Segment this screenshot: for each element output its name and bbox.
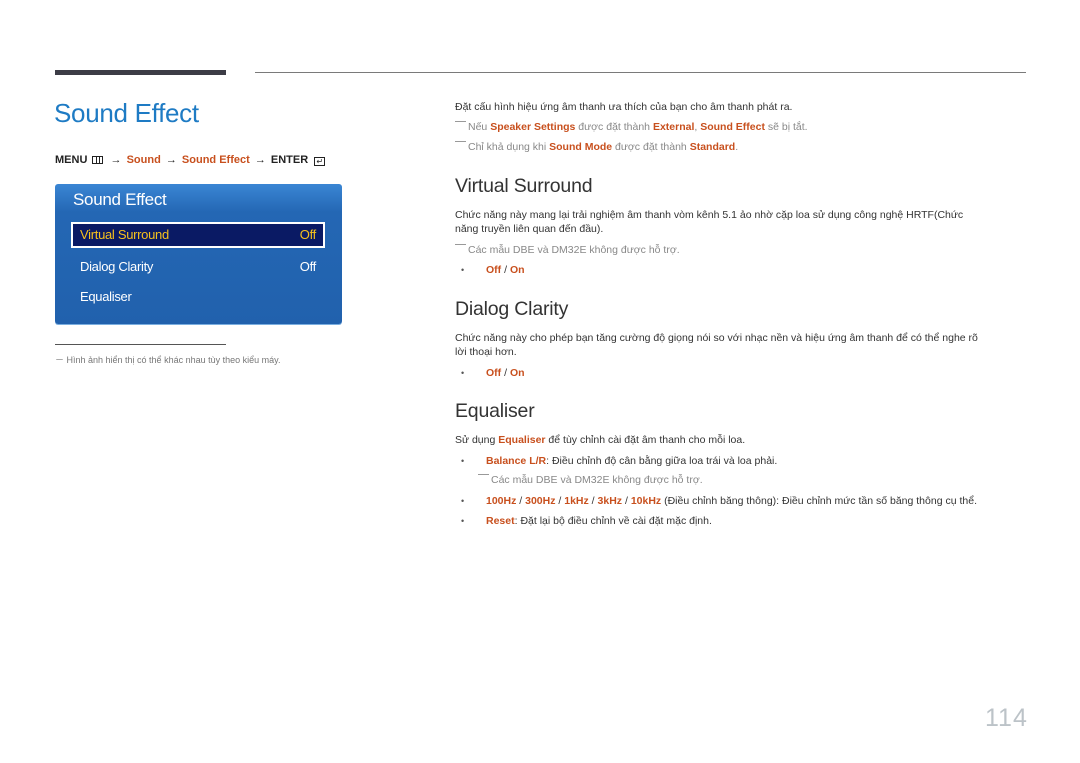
header-thick-rule (55, 70, 226, 75)
osd-item-label: Equaliser (80, 289, 132, 304)
equaliser-intro: Sử dụng Equaliser để tùy chỉnh cài đặt â… (455, 434, 746, 446)
osd-item-label: Dialog Clarity (80, 259, 154, 274)
menu-icon (92, 156, 104, 164)
equaliser-balance-item: • Balance L/R: Điều chỉnh độ cân bằng giữ… (461, 455, 778, 467)
arrow-icon: → (165, 154, 177, 166)
osd-item-value: Off (299, 259, 317, 274)
virtual-surround-options: • Off / On (461, 264, 525, 276)
arrow-icon: → (110, 154, 122, 166)
virtual-surround-desc-line1: Chức năng này mang lại trải nghiệm âm th… (455, 209, 964, 221)
header-thin-rule (255, 72, 1026, 73)
osd-item-equaliser: Equaliser (71, 284, 325, 310)
breadcrumb-sound-effect: Sound Effect (181, 154, 250, 166)
note-dash-icon (455, 244, 466, 245)
osd-item-virtual-surround: Virtual Surround Off (71, 222, 325, 248)
footnote: － Hình ảnh hiển thị có thể khác nhau tùy… (55, 355, 281, 365)
dialog-clarity-options: • Off / On (461, 367, 525, 379)
breadcrumb-enter: ENTER (270, 154, 309, 166)
arrow-icon: → (254, 154, 266, 166)
osd-item-value: Off (299, 227, 317, 242)
virtual-surround-note: Các mẫu DBE và DM32E không được hỗ trợ. (455, 244, 680, 256)
osd-menu-screenshot: Sound Effect Virtual Surround Off Dialog… (55, 184, 342, 324)
page-number: 114 (985, 704, 1028, 732)
breadcrumb-menu: MENU (55, 154, 88, 166)
section-heading-dialog-clarity: Dialog Clarity (455, 298, 569, 320)
bullet-icon: • (461, 265, 465, 275)
bullet-icon: • (461, 496, 465, 506)
osd-item-dialog-clarity: Dialog Clarity Off (71, 254, 325, 280)
intro-note-2: Chỉ khả dụng khi Sound Mode được đặt thà… (455, 141, 738, 153)
breadcrumb-sound: Sound (126, 154, 161, 166)
dialog-clarity-desc-line2: lời thoại hơn. (455, 346, 517, 358)
section-heading-virtual-surround: Virtual Surround (455, 175, 593, 197)
dialog-clarity-desc-line1: Chức năng này cho phép bạn tăng cường độ… (455, 332, 978, 344)
enter-icon: ↵ (314, 157, 326, 166)
note-dash-icon (478, 474, 489, 475)
virtual-surround-desc-line2: năng truyền liên quan đến đầu). (455, 223, 604, 235)
note-dash-icon (455, 121, 466, 122)
section-heading-equaliser: Equaliser (455, 400, 535, 422)
osd-title: Sound Effect (73, 190, 167, 209)
equaliser-bands-item: • 100Hz / 300Hz / 1kHz / 3kHz / 10kHz (Đi… (461, 495, 977, 507)
bullet-icon: • (461, 516, 465, 526)
breadcrumb: MENU → Sound → Sound Effect → ENTER ↵ (55, 154, 326, 166)
intro-note-1: Nếu Speaker Settings được đặt thành Exte… (455, 121, 808, 133)
equaliser-balance-note: Các mẫu DBE và DM32E không được hỗ trợ. (478, 474, 703, 486)
footnote-rule (55, 344, 226, 345)
note-dash-icon (455, 141, 466, 142)
osd-item-label: Virtual Surround (80, 227, 169, 242)
equaliser-reset-item: • Reset: Đặt lại bộ điều chỉnh về cài đặt… (461, 515, 712, 527)
page-title: Sound Effect (54, 98, 199, 128)
bullet-icon: • (461, 456, 465, 466)
intro-text: Đặt cấu hình hiệu ứng âm thanh ưa thích … (455, 101, 793, 113)
bullet-icon: • (461, 368, 465, 378)
